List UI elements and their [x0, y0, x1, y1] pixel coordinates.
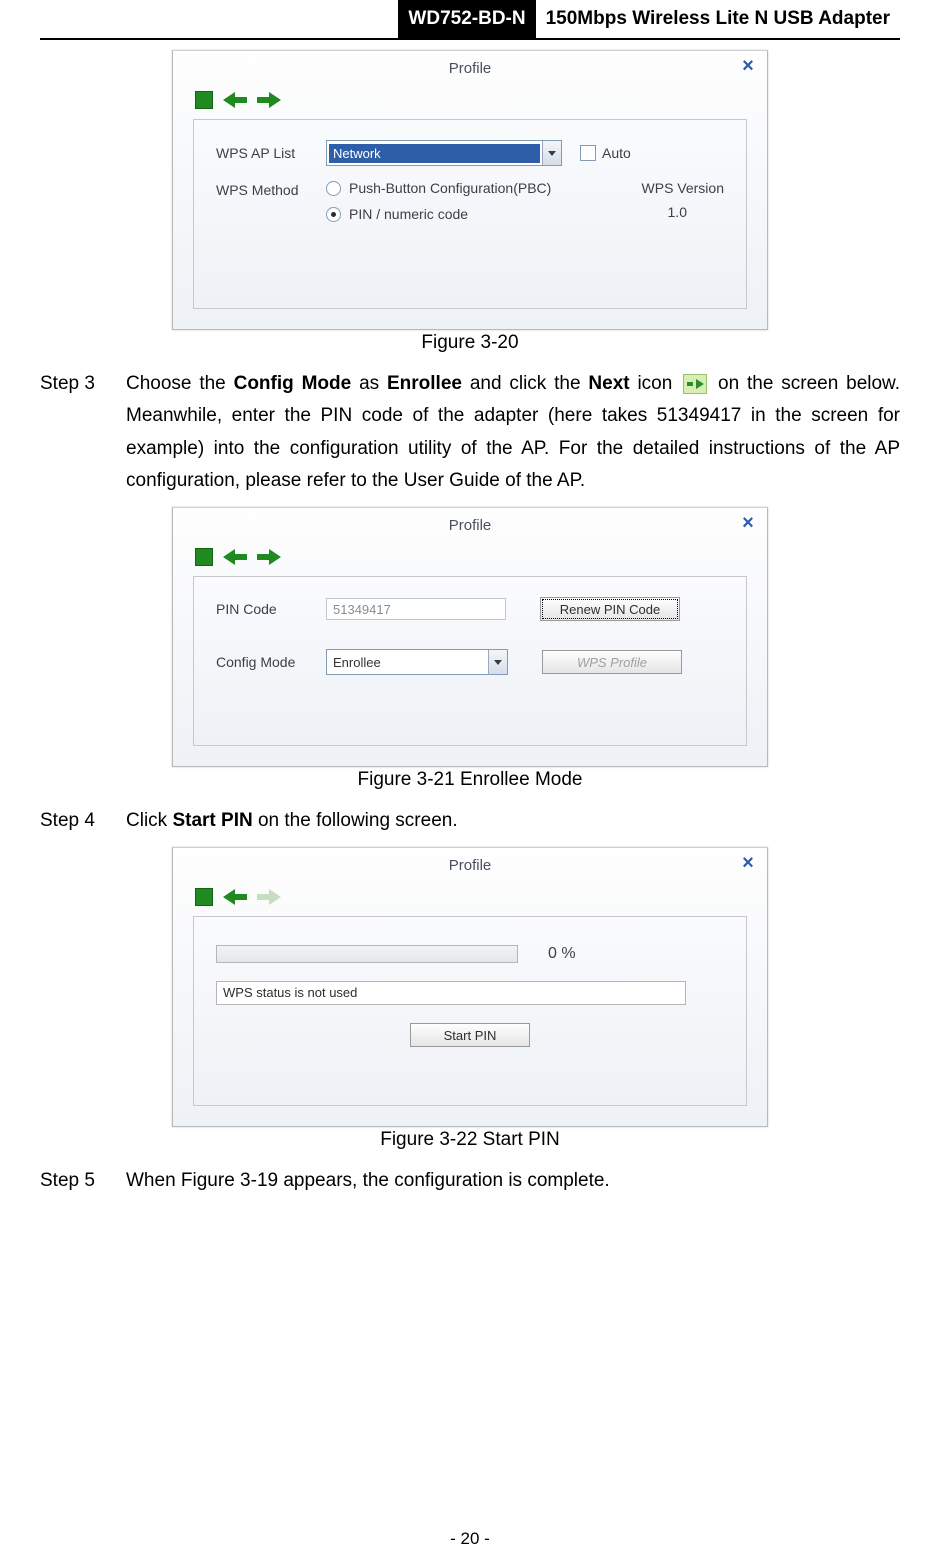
back-arrow-icon[interactable]: [223, 549, 247, 565]
step3-text: Choose the Config Mode as Enrollee and c…: [126, 368, 900, 497]
pin-code-field[interactable]: [326, 598, 506, 620]
page-number: - 20 -: [0, 1529, 940, 1549]
next-arrow-icon: [683, 374, 707, 394]
stop-icon[interactable]: [195, 548, 213, 566]
figure-caption-320: Figure 3-20: [421, 332, 518, 354]
wps-version-value: 1.0: [668, 204, 687, 220]
stop-icon[interactable]: [195, 888, 213, 906]
header-model: WD752-BD-N: [398, 0, 535, 38]
close-icon[interactable]: ×: [739, 854, 757, 872]
step4-label: Step 4: [40, 805, 126, 837]
step3-label: Step 3: [40, 368, 126, 497]
pbc-radio[interactable]: [326, 181, 341, 196]
profile-dialog-2: Profile × PIN Code Renew PIN Code Config…: [172, 507, 768, 767]
close-icon[interactable]: ×: [739, 514, 757, 532]
pbc-radio-label: Push-Button Configuration(PBC): [349, 180, 551, 196]
pin-radio-label: PIN / numeric code: [349, 206, 468, 222]
next-arrow-icon[interactable]: [257, 92, 281, 108]
renew-pin-button[interactable]: Renew PIN Code: [540, 597, 680, 621]
close-icon[interactable]: ×: [739, 57, 757, 75]
back-arrow-icon[interactable]: [223, 889, 247, 905]
figure-caption-321: Figure 3-21 Enrollee Mode: [358, 769, 583, 791]
step5-text: When Figure 3-19 appears, the configurat…: [126, 1165, 900, 1197]
start-pin-button[interactable]: Start PIN: [410, 1023, 530, 1047]
wps-ap-list-combo[interactable]: Network: [326, 140, 562, 166]
auto-label: Auto: [602, 145, 631, 161]
auto-checkbox[interactable]: [580, 145, 596, 161]
header-product: 150Mbps Wireless Lite N USB Adapter: [536, 0, 900, 38]
wps-method-label: WPS Method: [216, 180, 326, 198]
chevron-down-icon[interactable]: [488, 650, 507, 674]
wps-profile-button: WPS Profile: [542, 650, 682, 674]
step5-label: Step 5: [40, 1165, 126, 1197]
dialog-title: Profile: [449, 60, 492, 77]
stop-icon[interactable]: [195, 91, 213, 109]
next-arrow-icon: [257, 889, 281, 905]
figure-caption-322: Figure 3-22 Start PIN: [380, 1129, 560, 1151]
dialog-title: Profile: [449, 857, 492, 874]
config-mode-combo[interactable]: Enrollee: [326, 649, 508, 675]
wps-status-box: WPS status is not used: [216, 981, 686, 1005]
pin-radio[interactable]: [326, 207, 341, 222]
wps-ap-list-value: Network: [329, 144, 540, 163]
pin-code-label: PIN Code: [216, 601, 326, 617]
back-arrow-icon[interactable]: [223, 92, 247, 108]
config-mode-label: Config Mode: [216, 654, 326, 670]
profile-dialog-1: Profile × WPS AP List Network Auto: [172, 50, 768, 330]
next-arrow-icon[interactable]: [257, 549, 281, 565]
step4-text: Click Start PIN on the following screen.: [126, 805, 900, 837]
dialog-title: Profile: [449, 517, 492, 534]
progress-bar: [216, 945, 518, 963]
wps-version-label: WPS Version: [642, 180, 724, 196]
chevron-down-icon[interactable]: [542, 141, 561, 165]
progress-percent: 0 %: [548, 945, 576, 963]
wps-ap-list-label: WPS AP List: [216, 145, 326, 161]
doc-header: WD752-BD-N 150Mbps Wireless Lite N USB A…: [40, 0, 900, 40]
config-mode-value: Enrollee: [327, 653, 488, 672]
profile-dialog-3: Profile × 0 % WPS status is not used Sta…: [172, 847, 768, 1127]
